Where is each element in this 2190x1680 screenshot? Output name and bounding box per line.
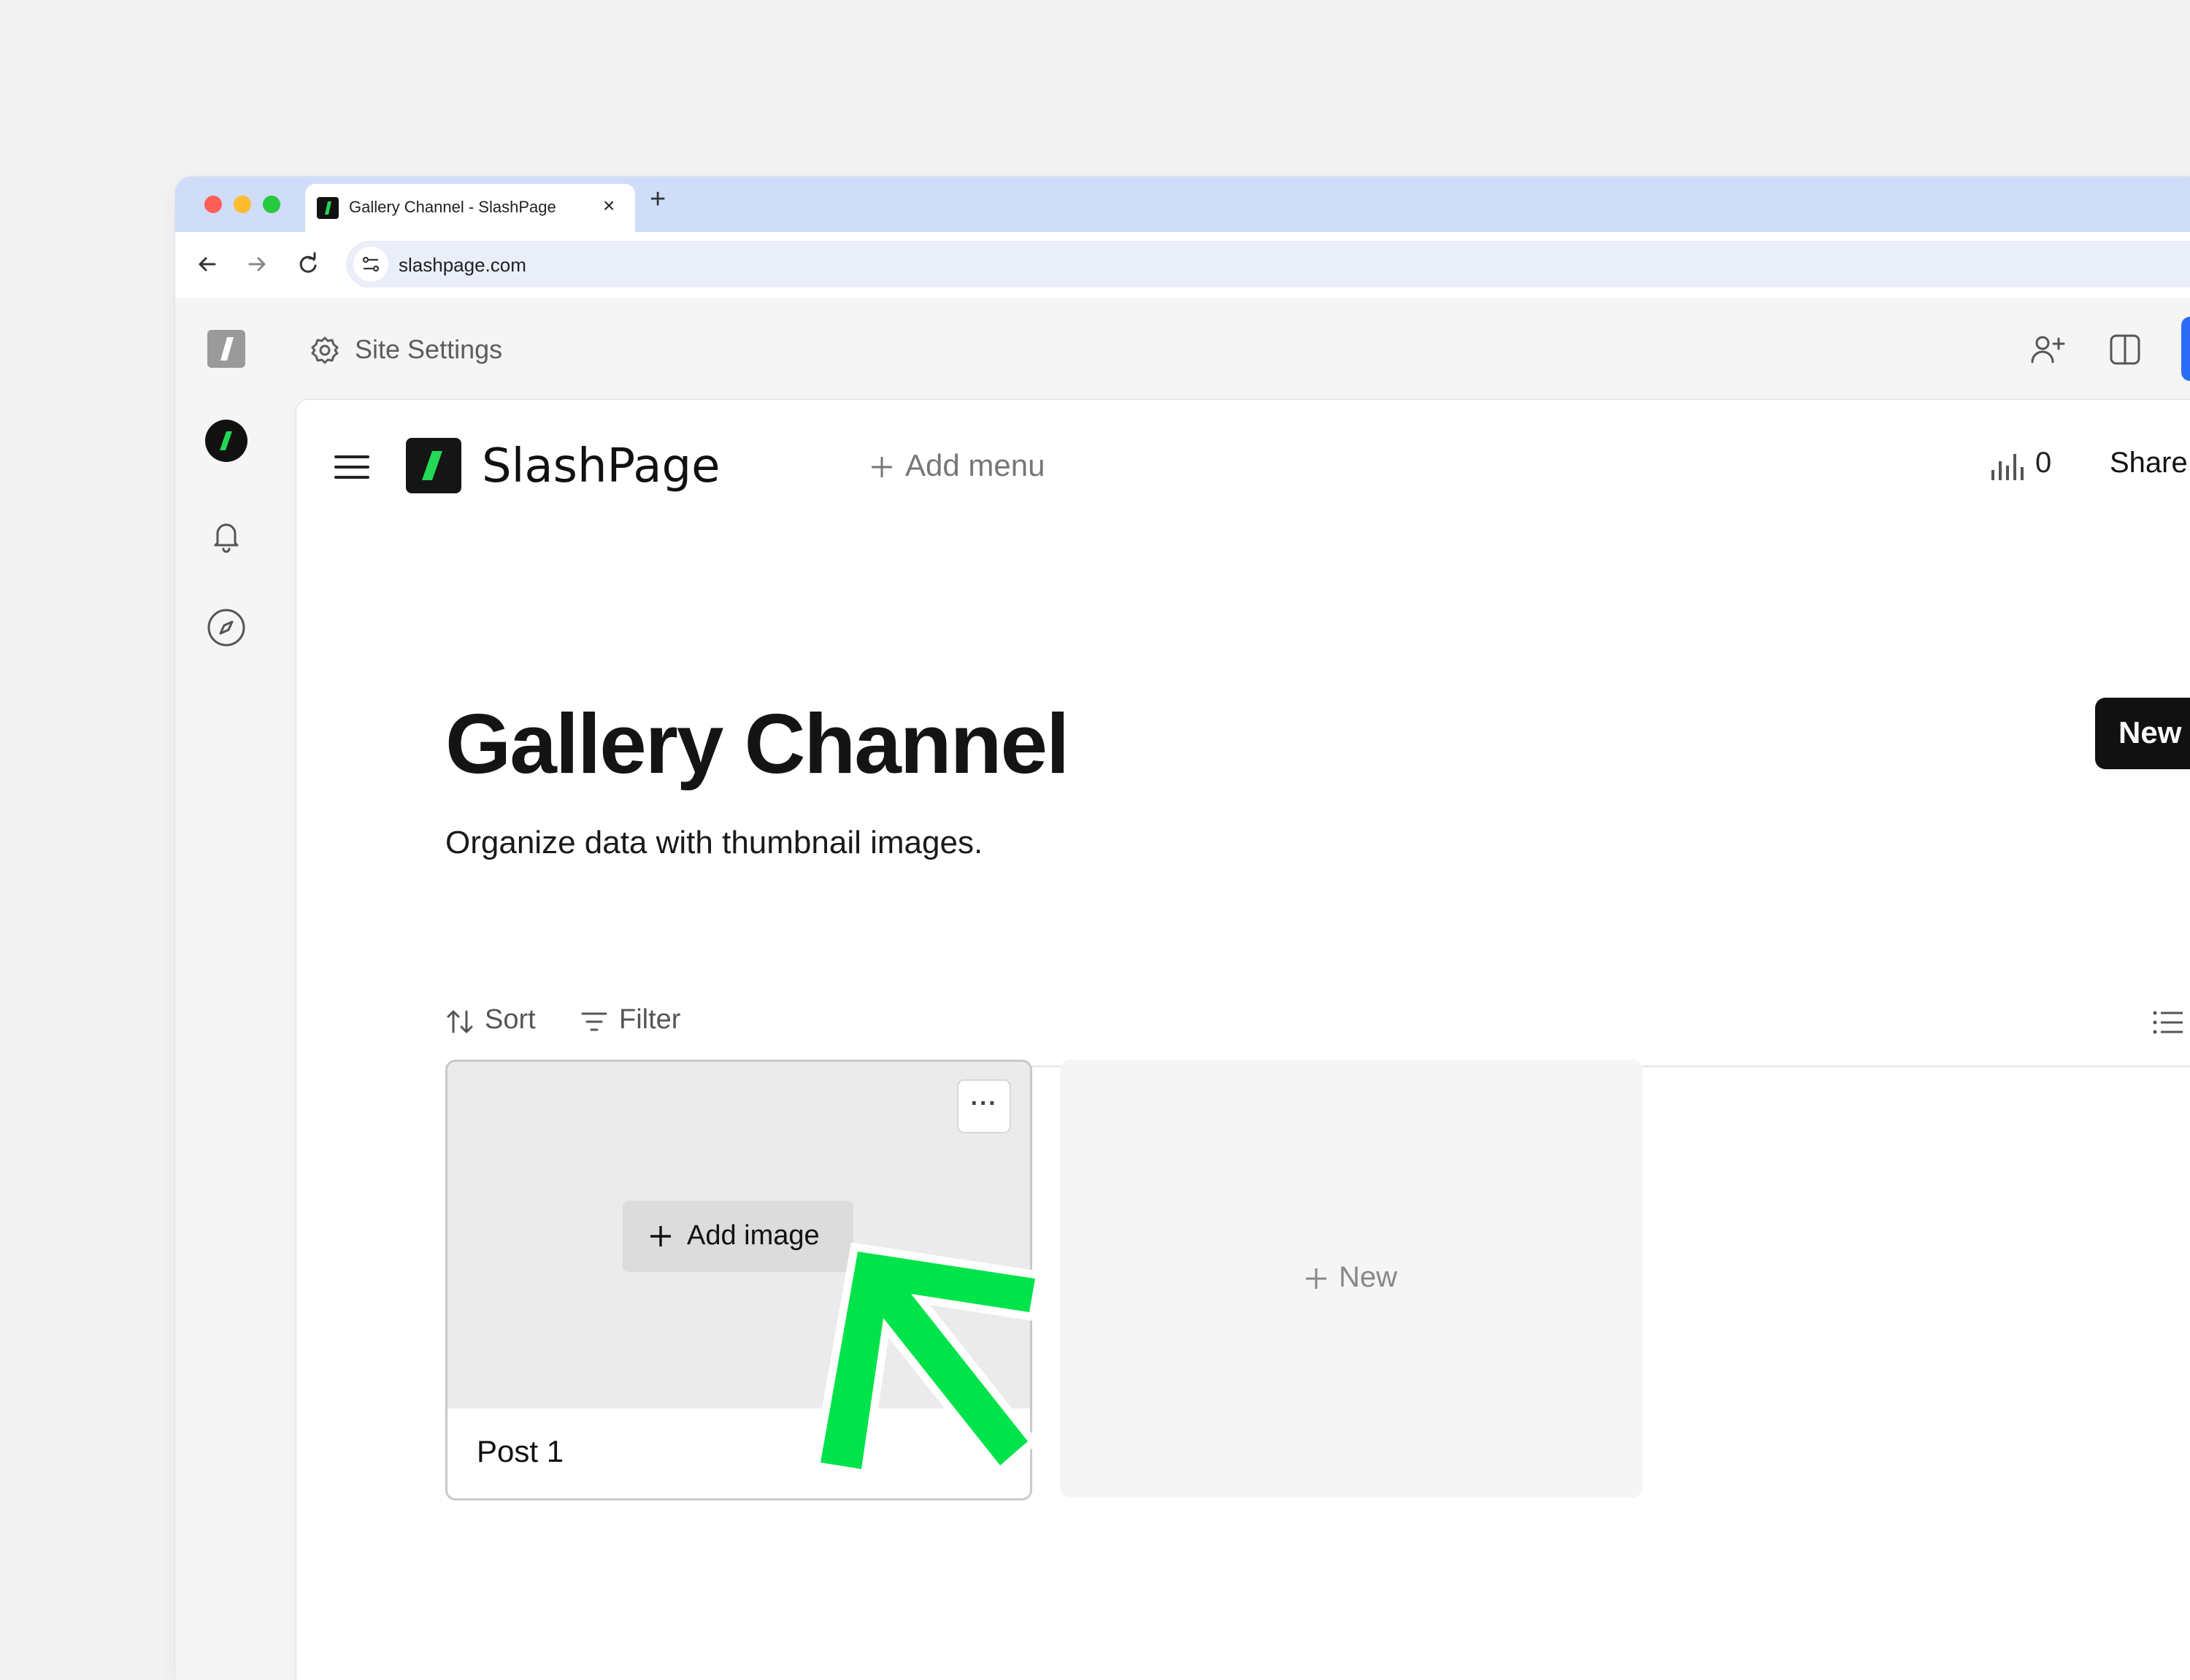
new-post-button[interactable]: New bbox=[2095, 698, 2190, 769]
add-image-label: Add image bbox=[687, 1220, 820, 1251]
site-avatar-icon[interactable] bbox=[204, 419, 248, 463]
tab-close-icon[interactable]: × bbox=[603, 194, 615, 217]
new-card-placeholder[interactable]: New bbox=[1060, 1060, 1642, 1498]
browser-tab-active[interactable]: Gallery Channel - SlashPage × bbox=[305, 184, 635, 232]
compass-icon[interactable] bbox=[204, 606, 248, 650]
reload-icon[interactable] bbox=[293, 250, 323, 279]
add-menu-label: Add menu bbox=[905, 448, 1045, 482]
gallery-card[interactable]: ··· Add image Post 1 bbox=[445, 1060, 1032, 1500]
new-tab-button[interactable]: + bbox=[650, 184, 666, 215]
plus-icon bbox=[1306, 1268, 1326, 1289]
filter-icon bbox=[581, 1012, 607, 1031]
card-title: Post 1 bbox=[477, 1434, 564, 1468]
tab-strip: Gallery Channel - SlashPage × + bbox=[175, 177, 2190, 232]
slashpage-logo-icon[interactable] bbox=[406, 438, 461, 493]
browser-toolbar: slashpage.com bbox=[175, 232, 2190, 299]
view-count: 0 bbox=[2035, 447, 2052, 479]
ellipsis-icon: ··· bbox=[970, 1090, 998, 1117]
new-card-label: New bbox=[1339, 1261, 1398, 1293]
tab-title: Gallery Channel - SlashPage bbox=[349, 198, 556, 216]
site-settings-label: Site Settings bbox=[355, 334, 503, 364]
plus-icon bbox=[872, 457, 892, 477]
bar-chart-icon[interactable] bbox=[1989, 450, 2024, 485]
site-settings-button[interactable]: Site Settings bbox=[310, 330, 572, 371]
share-button[interactable]: Share bbox=[2110, 447, 2188, 479]
zoom-window-button[interactable] bbox=[263, 196, 280, 213]
bell-icon[interactable] bbox=[204, 514, 248, 558]
sort-label: Sort bbox=[485, 1004, 536, 1035]
hamburger-icon[interactable] bbox=[333, 448, 371, 486]
workspace-logo-icon[interactable] bbox=[204, 327, 248, 371]
gear-icon bbox=[311, 336, 339, 364]
sort-icon bbox=[447, 1010, 473, 1033]
list-view-icon[interactable] bbox=[2151, 1006, 2184, 1039]
minimize-window-button[interactable] bbox=[234, 196, 251, 213]
card-more-button[interactable]: ··· bbox=[957, 1079, 1011, 1133]
address-bar[interactable]: slashpage.com bbox=[346, 241, 2190, 288]
add-user-icon[interactable] bbox=[2028, 330, 2067, 369]
page-description: Organize data with thumbnail images. bbox=[445, 825, 983, 860]
publish-button[interactable] bbox=[2181, 317, 2190, 381]
back-icon[interactable] bbox=[193, 250, 222, 279]
plus-icon bbox=[650, 1226, 671, 1246]
close-window-button[interactable] bbox=[204, 196, 222, 213]
forward-icon[interactable] bbox=[242, 250, 272, 279]
slashpage-favicon-icon bbox=[317, 197, 339, 219]
url-text: slashpage.com bbox=[399, 254, 526, 276]
page-title: Gallery Channel bbox=[445, 696, 1069, 791]
split-view-icon[interactable] bbox=[2105, 330, 2145, 369]
site-name[interactable]: SlashPage bbox=[482, 439, 720, 493]
filter-label: Filter bbox=[619, 1004, 681, 1035]
new-post-label: New bbox=[2118, 715, 2182, 750]
add-image-button[interactable]: Add image bbox=[623, 1201, 853, 1272]
site-info-icon[interactable] bbox=[353, 247, 388, 282]
